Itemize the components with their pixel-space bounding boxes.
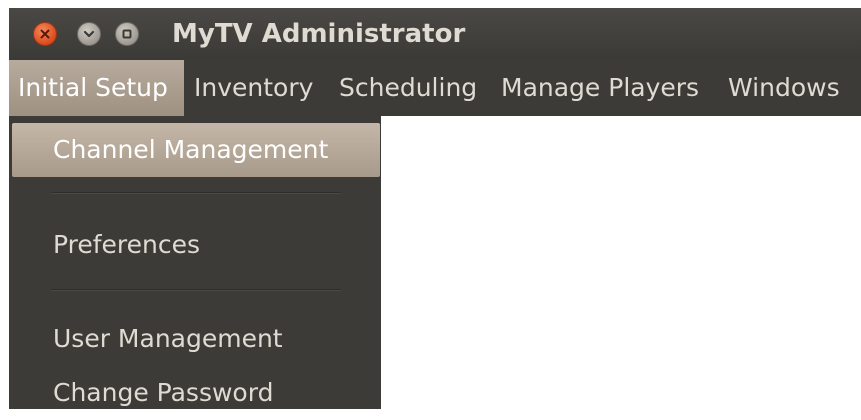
- menu-manage-players[interactable]: Manage Players: [501, 60, 699, 116]
- menu-separator: [51, 289, 341, 291]
- menu-item-preferences[interactable]: Preferences: [9, 218, 381, 272]
- maximize-button[interactable]: [115, 22, 139, 46]
- menu-scheduling[interactable]: Scheduling: [339, 60, 477, 116]
- initial-setup-dropdown: Channel Management Preferences User Mana…: [9, 116, 381, 409]
- close-icon: [40, 29, 50, 39]
- menu-inventory[interactable]: Inventory: [194, 60, 313, 116]
- menu-initial-setup[interactable]: Initial Setup: [9, 60, 184, 116]
- minimize-icon: [83, 30, 95, 38]
- menu-item-change-password[interactable]: Change Password: [9, 366, 381, 420]
- app-window: MyTV Administrator Initial Setup Invento…: [9, 8, 861, 409]
- menu-item-channel-management[interactable]: Channel Management: [12, 123, 380, 177]
- close-button[interactable]: [33, 22, 57, 46]
- title-bar[interactable]: MyTV Administrator: [9, 8, 861, 63]
- window-title: MyTV Administrator: [172, 19, 466, 49]
- menu-separator: [51, 192, 341, 194]
- maximize-icon: [122, 29, 132, 39]
- menu-bar: Initial Setup Inventory Scheduling Manag…: [9, 60, 861, 116]
- minimize-button[interactable]: [77, 22, 101, 46]
- menu-windows[interactable]: Windows: [728, 60, 840, 116]
- menu-item-user-management[interactable]: User Management: [9, 312, 381, 366]
